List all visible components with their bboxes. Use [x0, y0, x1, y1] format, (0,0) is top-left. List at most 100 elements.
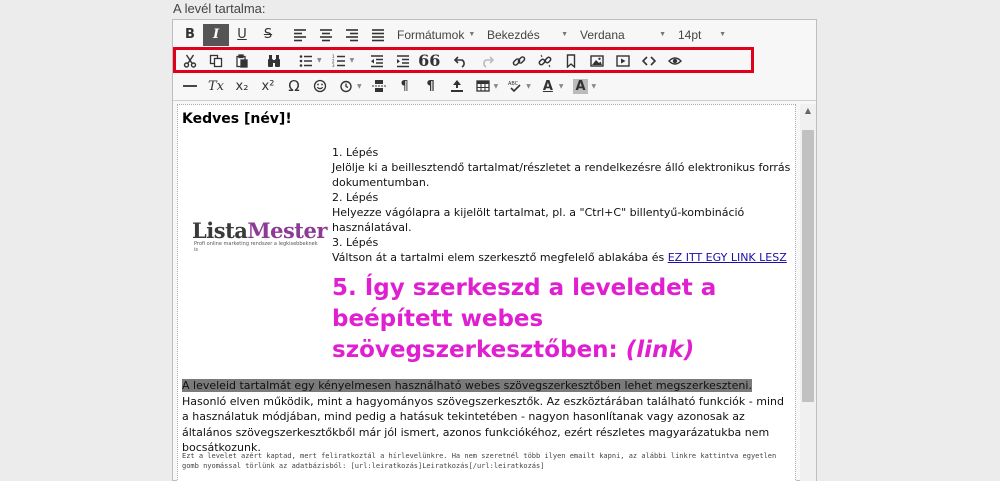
show-invisibles-button[interactable]: ¶ [418, 75, 444, 97]
toolbar-row-3: Tx x₂ x² Ω ▼ ¶ ¶ ▼ ABC ▼ A ▼ A ▼ [173, 73, 816, 99]
chevron-down-icon[interactable]: ▼ [592, 83, 597, 90]
logo-lista: Lista [192, 218, 248, 243]
step-link[interactable]: EZ ITT EGY LINK LESZ [668, 251, 787, 264]
cut-button[interactable] [177, 50, 203, 72]
scroll-up-arrow-icon[interactable]: ▲ [800, 106, 816, 118]
formats-dropdown[interactable]: Formátumok ▼ [391, 24, 481, 46]
redo-button[interactable] [474, 50, 500, 72]
bullet-list-button[interactable] [293, 50, 319, 72]
insert-image-button[interactable] [584, 50, 610, 72]
chevron-down-icon: ▼ [659, 31, 666, 38]
numbered-list-icon: 123 [332, 54, 345, 68]
special-character-button[interactable]: Ω [281, 75, 307, 97]
image-icon [590, 54, 604, 67]
font-size-dropdown[interactable]: 14pt ▼ [672, 24, 732, 46]
insert-link-button[interactable] [506, 50, 532, 72]
blockquote-button[interactable]: 66 [416, 50, 442, 72]
font-family-dropdown[interactable]: Verdana ▼ [574, 24, 672, 46]
find-replace-button[interactable] [261, 50, 287, 72]
steps-list: 1. Lépés Jelölje ki a beillesztendő tart… [332, 145, 792, 265]
toolbar-row-1: B I U S Formátumok ▼ Bekezdés ▼ Verdana ▼ 1… [173, 21, 816, 48]
section-label: A levél tartalma: [173, 1, 266, 16]
insert-file-button[interactable] [444, 75, 470, 97]
step-text: Jelölje ki a beillesztendő tartalmat/rés… [332, 161, 791, 189]
paste-icon [236, 53, 248, 68]
vertical-scrollbar[interactable]: ▲ [800, 104, 816, 481]
emoticons-button[interactable] [307, 75, 333, 97]
chevron-down-icon[interactable]: ▼ [357, 83, 362, 90]
copy-button[interactable] [203, 50, 229, 72]
superscript-button[interactable]: x² [255, 75, 281, 97]
clear-formatting-button[interactable]: Tx [203, 75, 229, 97]
selected-text: A leveleid tartalmát egy kényelmesen has… [182, 379, 752, 392]
page-break-button[interactable] [366, 75, 392, 97]
align-left-icon [294, 28, 306, 41]
clock-icon [340, 80, 352, 93]
spellcheck-button[interactable]: ABC [502, 75, 528, 97]
paragraph-rest: Hasonló elven működik, mint a hagyományo… [182, 394, 784, 455]
indent-button[interactable] [390, 50, 416, 72]
chevron-down-icon[interactable]: ▼ [350, 57, 355, 64]
preview-button[interactable] [662, 50, 688, 72]
italic-button[interactable]: I [203, 23, 229, 46]
redo-icon [483, 55, 495, 68]
unlink-icon [538, 54, 552, 67]
horizontal-line-icon [183, 85, 197, 87]
align-right-icon [346, 28, 358, 41]
unlink-button[interactable] [532, 50, 558, 72]
insert-datetime-button[interactable] [333, 75, 359, 97]
unsubscribe-footer: Ezt a levelet azért kaptad, mert felirat… [182, 452, 777, 470]
undo-button[interactable] [448, 50, 474, 72]
heading-link-text[interactable]: (link) [626, 337, 694, 363]
media-icon [616, 54, 630, 67]
indent-icon [397, 54, 410, 67]
align-justify-button[interactable] [365, 24, 391, 46]
text-color-button[interactable]: A [535, 75, 561, 97]
toolbar-row-2: ▼ 123 ▼ 66 [173, 47, 816, 74]
align-right-button[interactable] [339, 24, 365, 46]
numbered-list-button[interactable]: 123 [326, 50, 352, 72]
align-justify-icon [372, 28, 384, 41]
outdent-button[interactable] [364, 50, 390, 72]
source-code-button[interactable] [636, 50, 662, 72]
listamester-logo: ListaMester Profi online marketing rends… [192, 218, 327, 258]
show-blocks-button[interactable]: ¶ [392, 75, 418, 97]
bold-button[interactable]: B [177, 24, 203, 46]
chevron-down-icon[interactable]: ▼ [559, 83, 564, 90]
chevron-down-icon[interactable]: ▼ [494, 83, 499, 90]
editor-content-area[interactable]: Kedves [név]! ListaMester Profi online m… [177, 104, 796, 481]
smiley-icon [313, 79, 327, 93]
section-heading: 5. Így szerkeszd a leveledet a beépített… [332, 273, 792, 366]
eye-icon [668, 56, 683, 65]
align-center-button[interactable] [313, 24, 339, 46]
logo-tagline: Profi online marketing rendszer a legkis… [194, 241, 318, 253]
underline-button[interactable]: U [229, 24, 255, 46]
link-icon [512, 55, 526, 66]
background-color-label: A [573, 78, 588, 94]
align-left-button[interactable] [287, 24, 313, 46]
rich-text-editor: B I U S Formátumok ▼ Bekezdés ▼ Verdana ▼ 1… [172, 19, 817, 481]
subscript-button[interactable]: x₂ [229, 75, 255, 97]
paragraph-dropdown[interactable]: Bekezdés ▼ [481, 24, 574, 46]
font-family-label: Verdana [580, 27, 625, 42]
horizontal-rule-button[interactable] [177, 75, 203, 97]
table-button[interactable] [470, 75, 496, 97]
scissors-icon [183, 54, 197, 68]
anchor-button[interactable] [558, 50, 584, 72]
chevron-down-icon[interactable]: ▼ [317, 57, 322, 64]
background-color-button[interactable]: A [568, 75, 594, 97]
formats-label: Formátumok [397, 27, 465, 42]
step-text: Helyezze vágólapra a kijelölt tartalmat,… [332, 206, 745, 234]
paste-button[interactable] [229, 50, 255, 72]
step-title: 2. Lépés [332, 191, 379, 204]
chevron-down-icon[interactable]: ▼ [526, 83, 531, 90]
upload-icon [450, 80, 463, 92]
insert-media-button[interactable] [610, 50, 636, 72]
bookmark-icon [567, 53, 576, 68]
chevron-down-icon: ▼ [468, 31, 476, 38]
strikethrough-button[interactable]: S [255, 24, 281, 46]
copy-icon [209, 54, 223, 67]
scrollbar-thumb[interactable] [802, 130, 814, 402]
step-title: 3. Lépés [332, 236, 379, 249]
chevron-down-icon: ▼ [719, 31, 726, 38]
